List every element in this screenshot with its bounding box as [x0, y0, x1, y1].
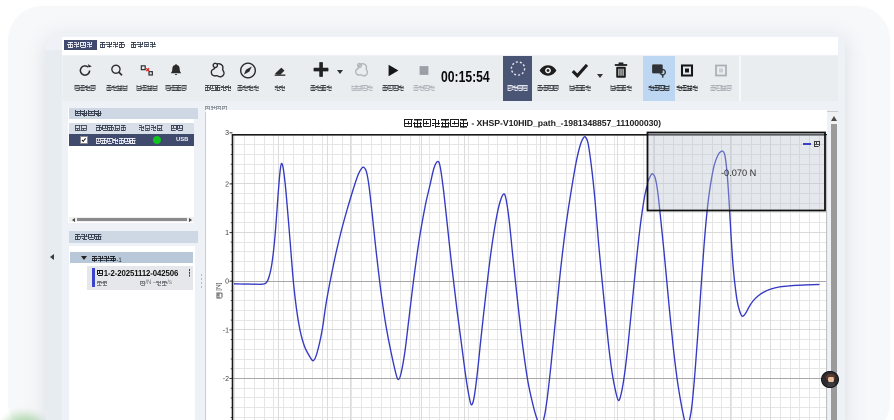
svg-text:2: 2 — [225, 181, 229, 188]
svg-text:3: 3 — [225, 130, 229, 137]
svg-text:0: 0 — [225, 279, 229, 286]
svg-text:-1: -1 — [223, 327, 229, 334]
svg-text:-0.070 N: -0.070 N — [721, 168, 756, 178]
svg-text:1: 1 — [225, 230, 229, 237]
svg-text:-2: -2 — [223, 376, 229, 383]
